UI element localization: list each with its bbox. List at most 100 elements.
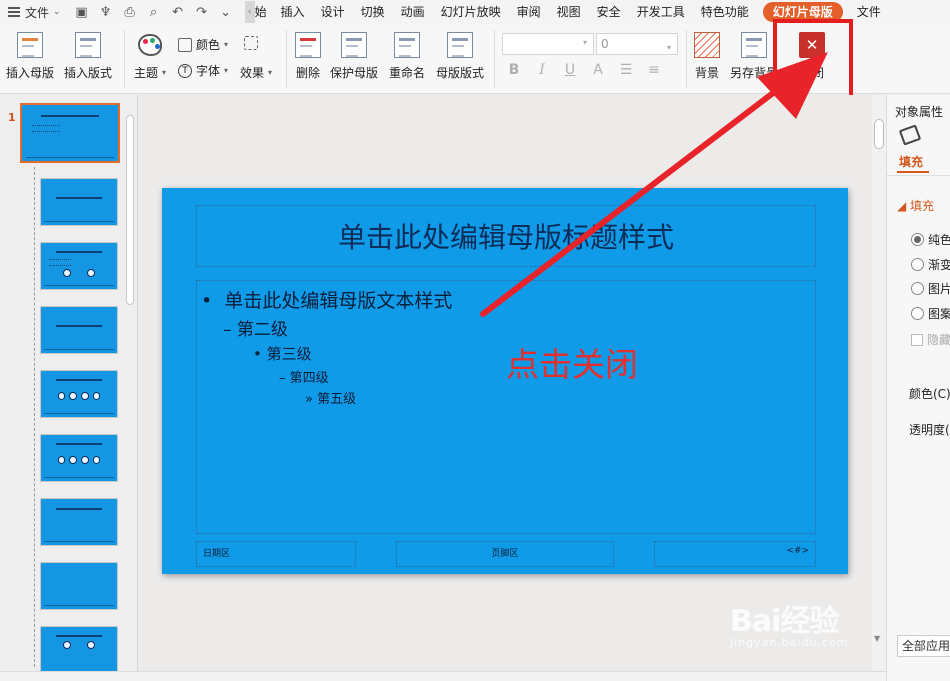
tab-fill[interactable]: 填充 [899, 153, 923, 170]
slide-number-placeholder[interactable]: <#> [654, 541, 816, 567]
ribbon-separator [686, 30, 687, 88]
thumb-footer-line [44, 605, 114, 607]
underline-button[interactable]: U [562, 62, 578, 78]
title-placeholder[interactable]: 单击此处编辑母版标题样式 [196, 205, 816, 267]
radio-icon [911, 258, 924, 271]
customize-dropdown-icon[interactable]: ⌄ [215, 1, 237, 23]
tab-design[interactable]: 设计 [313, 0, 353, 24]
theme-label: 主题 [134, 66, 159, 80]
slide-master[interactable]: 单击此处编辑母版标题样式 • 单击此处编辑母版文本样式 – 第二级 • 第三级 … [162, 188, 848, 574]
layout-tree-connector [34, 167, 35, 667]
tabs-scroll-left-button[interactable]: ‹ [244, 1, 255, 23]
apply-all-button[interactable]: 全部应用 [897, 635, 950, 657]
thumbnail-layout[interactable] [40, 242, 118, 290]
format-painter-icon[interactable]: ♆ [95, 1, 117, 23]
footer-placeholder[interactable]: 页脚区 [396, 541, 614, 567]
save-icon[interactable]: ▣ [71, 1, 93, 23]
theme-button[interactable]: 主题 ▾ [134, 64, 166, 81]
thumbnail-layout[interactable] [40, 434, 118, 482]
protect-master-icon [341, 32, 367, 58]
font-color-button[interactable]: A [590, 62, 606, 78]
rename-button[interactable]: 重命名 [389, 32, 425, 81]
effects-icon-button[interactable] [244, 36, 258, 50]
tab-slideshow[interactable]: 幻灯片放映 [433, 0, 509, 24]
insert-master-button[interactable]: 插入母版 [6, 32, 54, 81]
tab-review[interactable]: 审阅 [509, 0, 549, 24]
numbered-list-icon[interactable]: ≡ [646, 62, 662, 78]
tab-view[interactable]: 视图 [549, 0, 589, 24]
scroll-down-icon[interactable]: ▼ [874, 634, 880, 643]
radio-pattern-label: 图案 [928, 307, 950, 321]
thumbnail-scrollbar[interactable] [126, 115, 134, 305]
file-menu-button[interactable]: 文件 ⌄ [0, 0, 67, 24]
tab-security[interactable]: 安全 [589, 0, 629, 24]
tab-start-partial[interactable]: 始 [255, 0, 273, 24]
chevron-down-icon: ▾ [224, 66, 229, 75]
quick-access-toolbar: ▣ ♆ ⎙ ⌕ ↶ ↷ ⌄ [71, 1, 237, 23]
date-placeholder[interactable]: 日期区 [196, 541, 356, 567]
thumb-footer-line [44, 349, 114, 351]
tab-insert[interactable]: 插入 [273, 0, 313, 24]
radio-picture[interactable]: 图片 [911, 280, 950, 297]
thumb-footer-line [25, 156, 115, 158]
background-button[interactable]: 背景 [694, 32, 720, 81]
fonts-button[interactable]: T 字体 ▾ [178, 62, 228, 79]
thumbnail-master[interactable] [20, 103, 120, 163]
delete-button[interactable]: 删除 [295, 32, 321, 81]
text-format-row: B I U A ☰ ≡ [506, 62, 662, 78]
thumb-icons [58, 268, 101, 279]
paint-bucket-icon[interactable] [898, 124, 922, 146]
thumb-footer-line [44, 221, 114, 223]
insert-layout-button[interactable]: 插入版式 [64, 32, 112, 81]
radio-pattern[interactable]: 图案 [911, 305, 950, 322]
text-level-1-label: 单击此处编辑母版文本样式 [224, 290, 453, 312]
fill-section-header[interactable]: ◢ 填充 [897, 197, 934, 214]
tab-animation[interactable]: 动画 [393, 0, 433, 24]
tab-file-partial[interactable]: 文件 [849, 0, 889, 24]
bullet-list-icon[interactable]: ☰ [618, 62, 634, 78]
master-layout-label: 母版版式 [436, 66, 485, 80]
master-layout-button[interactable]: 母版版式 [436, 32, 484, 81]
fonts-icon: T [178, 63, 192, 78]
font-name-combo[interactable]: ▾ [502, 33, 594, 55]
redo-icon[interactable]: ↷ [191, 1, 213, 23]
print-icon[interactable]: ⎙ [119, 1, 141, 23]
hide-background-checkbox[interactable]: 隐藏 [911, 331, 950, 348]
protect-master-button[interactable]: 保护母版 [330, 32, 378, 81]
ribbon-separator [286, 30, 287, 88]
theme-palette-icon[interactable] [138, 34, 162, 56]
transparency-label: 透明度( [909, 423, 950, 437]
tab-special-features[interactable]: 特色功能 [693, 0, 757, 24]
save-background-button[interactable]: 另存背景 [730, 32, 778, 81]
thumb-title-line [56, 251, 102, 254]
bold-button[interactable]: B [506, 62, 522, 78]
radio-gradient[interactable]: 渐变 [911, 256, 950, 273]
body-placeholder[interactable]: • 单击此处编辑母版文本样式 – 第二级 • 第三级 – 第四级 » 第五级 [196, 280, 816, 534]
tab-transition[interactable]: 切换 [353, 0, 393, 24]
tab-developer[interactable]: 开发工具 [629, 0, 693, 24]
effects-button[interactable]: 效果 ▾ [240, 64, 272, 81]
thumbnail-layout[interactable] [40, 498, 118, 546]
thumbnail-layout[interactable] [40, 306, 118, 354]
radio-icon [911, 282, 924, 295]
background-icon [694, 32, 720, 58]
thumbnail-layout[interactable] [40, 178, 118, 226]
canvas-scrollbar-thumb[interactable] [874, 119, 884, 149]
canvas-scrollbar[interactable]: ▼ [872, 95, 886, 671]
font-size-combo[interactable]: 0 ▾ [596, 33, 678, 55]
thumbnail-layout[interactable] [40, 626, 118, 671]
thumbnail-layout[interactable] [40, 562, 118, 610]
fonts-label: 字体 [196, 64, 221, 78]
slide-number: 1 [8, 111, 16, 124]
master-layout-icon [447, 32, 473, 58]
radio-solid[interactable]: 纯色 [911, 231, 950, 248]
print-preview-icon[interactable]: ⌕ [143, 1, 165, 23]
thumb-title-line [56, 443, 102, 446]
thumbnail-layout[interactable] [40, 370, 118, 418]
thumb-footer-line [44, 477, 114, 479]
colors-button[interactable]: 颜色 ▾ [178, 36, 228, 53]
italic-button[interactable]: I [534, 62, 550, 78]
hide-background-label: 隐藏 [927, 333, 950, 347]
insert-layout-icon [75, 32, 101, 58]
undo-icon[interactable]: ↶ [167, 1, 189, 23]
